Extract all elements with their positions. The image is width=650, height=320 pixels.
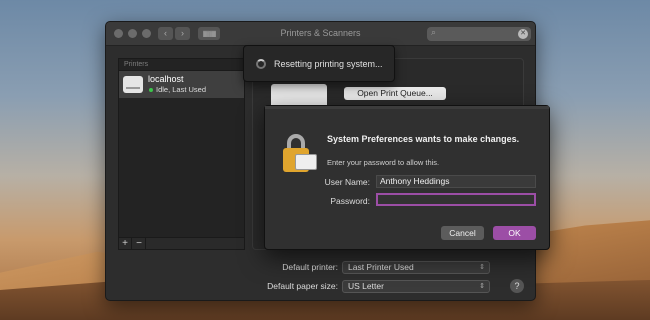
list-footer: + − (118, 237, 245, 250)
dialog-title: System Preferences wants to make changes… (327, 134, 520, 144)
printer-name: localhost (148, 74, 184, 84)
default-paper-select[interactable]: US Letter ⇕ (342, 280, 490, 293)
default-printer-select[interactable]: Last Printer Used ⇕ (342, 261, 490, 274)
title-bar: ‹ › ▦▦ Printers & Scanners ⌕ ✕ (106, 22, 535, 46)
spinner-icon (256, 59, 266, 69)
add-printer-button[interactable]: + (119, 238, 132, 249)
default-printer-value: Last Printer Used (348, 262, 414, 272)
search-field[interactable]: ⌕ ✕ (427, 27, 531, 41)
default-printer-label: Default printer: (282, 262, 338, 272)
cancel-button[interactable]: Cancel (441, 226, 484, 240)
reset-status-text: Resetting printing system... (274, 59, 383, 69)
printer-status: Idle, Last Used (156, 85, 207, 94)
auth-dialog: System Preferences wants to make changes… (264, 105, 550, 250)
dialog-message: Enter your password to allow this. (327, 158, 440, 167)
open-print-queue-button[interactable]: Open Print Queue... (344, 87, 446, 100)
ok-button[interactable]: OK (493, 226, 536, 240)
search-icon: ⌕ (431, 27, 437, 37)
password-field[interactable] (376, 193, 536, 206)
printer-list: Printers localhost Idle, Last Used (118, 58, 245, 238)
help-button[interactable]: ? (510, 279, 524, 293)
clear-search-icon[interactable]: ✕ (518, 29, 528, 39)
printer-item-localhost[interactable]: localhost Idle, Last Used (119, 71, 244, 98)
remove-printer-button[interactable]: − (133, 238, 146, 249)
default-paper-value: US Letter (348, 281, 384, 291)
status-dot-icon (149, 88, 153, 92)
printer-badge-icon (295, 154, 317, 170)
username-field[interactable]: Anthony Heddings (376, 175, 536, 188)
username-label: User Name: (324, 177, 370, 187)
reset-progress-popover: Resetting printing system... (243, 45, 395, 82)
printers-header: Printers (119, 59, 244, 71)
password-label: Password: (330, 196, 370, 206)
chevron-updown-icon: ⇕ (479, 264, 485, 271)
chevron-updown-icon: ⇕ (479, 283, 485, 290)
printer-icon (123, 76, 143, 93)
default-paper-label: Default paper size: (267, 281, 338, 291)
